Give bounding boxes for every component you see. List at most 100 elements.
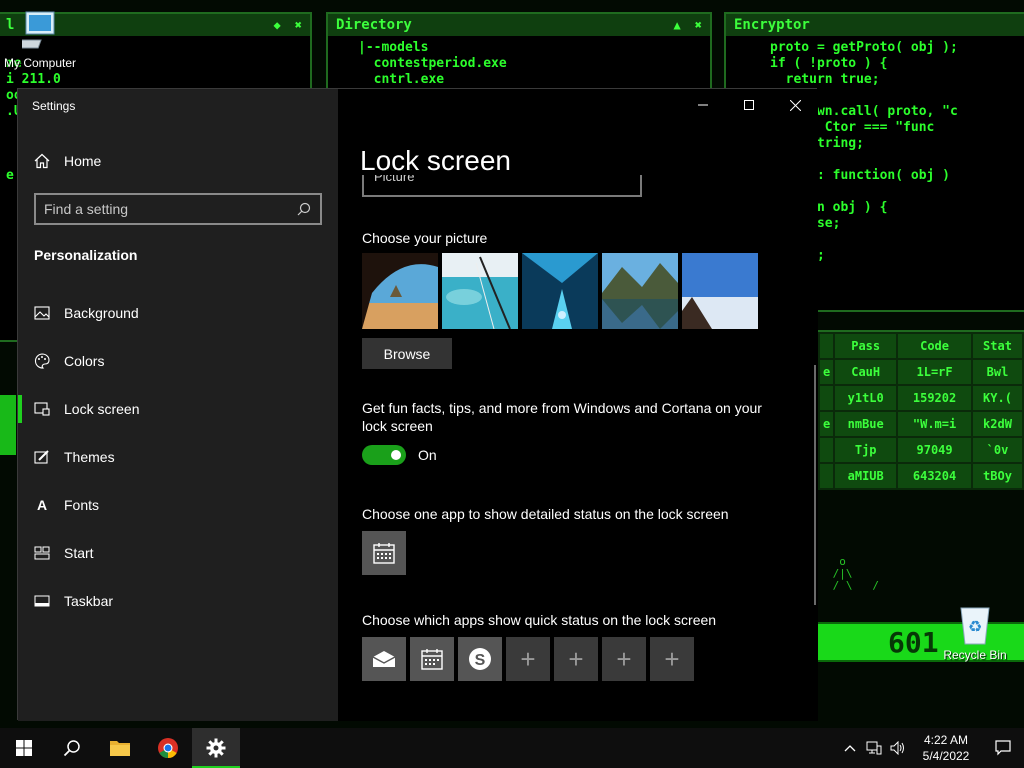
terminal-line: |--models [358, 40, 429, 55]
table-cell: 643204 [896, 462, 973, 490]
background-type-dropdown[interactable]: Picture [362, 175, 642, 197]
taskbar-search-button[interactable] [48, 728, 96, 768]
table-cell: 159202 [896, 384, 973, 412]
calendar-icon [373, 543, 395, 564]
detailed-status-app-button[interactable] [362, 531, 406, 575]
choose-picture-label: Choose your picture [362, 230, 488, 246]
section-heading: Personalization [34, 247, 138, 263]
show-hidden-icons-button[interactable] [838, 728, 862, 768]
chevron-up-icon [844, 745, 856, 752]
terminal-directory-title: Directory [336, 17, 412, 33]
browse-button[interactable]: Browse [362, 338, 452, 369]
table-header-cell [817, 332, 836, 360]
nav-item-themes[interactable]: Themes [18, 433, 338, 481]
window-title: Settings [32, 99, 76, 113]
font-icon: A [36, 497, 48, 513]
window-controls [680, 89, 818, 121]
quick-status-add-button[interactable]: + [506, 637, 550, 681]
nav-item-label: Taskbar [64, 593, 114, 609]
thumbnail-cloud-peak[interactable] [682, 253, 758, 329]
my-computer-shortcut[interactable]: My Computer [0, 10, 80, 70]
clock-time: 4:22 AM [923, 733, 969, 747]
home-label: Home [64, 153, 102, 169]
gear-icon [206, 738, 226, 758]
minimize-button[interactable] [680, 89, 726, 121]
table-cell: nmBue [833, 410, 899, 438]
terminal-collapse-icon[interactable]: ◆ [274, 18, 281, 32]
minimize-icon [698, 104, 708, 106]
fun-facts-toggle[interactable] [362, 445, 406, 465]
chrome-button[interactable] [144, 728, 192, 768]
terminal-line: e [6, 168, 14, 183]
nav-item-start[interactable]: Start [18, 529, 338, 577]
thumbnail-cave-beach[interactable] [362, 253, 438, 329]
notification-icon [995, 740, 1011, 756]
table-cell: 97049 [896, 436, 973, 464]
table-cell: e [817, 410, 836, 438]
terminal-close-icon[interactable]: ✖ [695, 18, 702, 32]
maximize-button[interactable] [726, 89, 772, 121]
plus-icon: + [568, 643, 584, 674]
volume-button[interactable] [886, 728, 910, 768]
nav-item-lock-screen[interactable]: Lock screen [18, 385, 338, 433]
setting-search-box [34, 193, 322, 225]
home-nav-item[interactable]: Home [34, 153, 101, 169]
start-button[interactable] [0, 728, 48, 768]
svg-text:S: S [475, 652, 486, 669]
table-cell [817, 436, 836, 464]
system-tray: 4:22 AM 5/4/2022 [838, 728, 1024, 768]
recycle-bin-shortcut[interactable]: ♻ Recycle Bin [935, 600, 1015, 662]
thumbnail-mountain-lake[interactable] [602, 253, 678, 329]
nav-item-background[interactable]: Background [18, 289, 338, 337]
table-cell: k2dW [970, 410, 1024, 438]
green-strip [0, 395, 16, 455]
terminal-collapse-icon[interactable]: ▲ [674, 18, 681, 32]
close-button[interactable] [772, 89, 818, 121]
content-scrollbar[interactable] [814, 365, 816, 605]
table-header-cell: Pass [833, 332, 899, 360]
picture-thumbnails [362, 253, 758, 329]
setting-search-input[interactable] [44, 201, 296, 217]
terminal-close-icon[interactable]: ✖ [295, 18, 302, 32]
nav-item-taskbar[interactable]: Taskbar [18, 577, 338, 625]
clock-date: 5/4/2022 [922, 749, 970, 763]
brush-icon [34, 449, 50, 465]
table-cell: CauH [833, 358, 899, 386]
quick-status-skype-button[interactable]: S [458, 637, 502, 681]
table-cell: "W.m=i [896, 410, 973, 438]
table-row: Tjp 97049 `0v [817, 436, 1024, 464]
table-cell: `0v [970, 436, 1024, 464]
terminal-line: i 211.0 [6, 72, 61, 87]
network-button[interactable] [862, 728, 886, 768]
settings-taskbar-button[interactable] [192, 728, 240, 768]
plus-icon: + [520, 643, 536, 674]
thumbnail-sea-sail[interactable] [442, 253, 518, 329]
chrome-icon [158, 738, 178, 759]
plus-icon: + [616, 643, 632, 674]
detailed-status-label: Choose one app to show detailed status o… [362, 506, 729, 522]
search-icon[interactable] [296, 201, 312, 217]
terminal-directory: Directory ▲ ✖ |--models contestperiod.exe … [326, 12, 712, 92]
nav-item-colors[interactable]: Colors [18, 337, 338, 385]
table-row: e nmBue "W.m=i k2dW [817, 410, 1024, 438]
quick-status-add-button[interactable]: + [554, 637, 598, 681]
quick-status-calendar-button[interactable] [410, 637, 454, 681]
quick-status-add-button[interactable]: + [650, 637, 694, 681]
nav-item-label: Start [64, 545, 94, 561]
mail-icon [372, 651, 396, 667]
quick-status-mail-button[interactable] [362, 637, 406, 681]
thumbnail-ice-cave[interactable] [522, 253, 598, 329]
file-explorer-button[interactable] [96, 728, 144, 768]
action-center-button[interactable] [982, 728, 1024, 768]
table-header-row: Pass Code Stat [817, 332, 1024, 360]
lock-screen-icon [34, 401, 50, 417]
nav-item-label: Colors [64, 353, 105, 369]
calendar-icon [421, 649, 443, 670]
taskbar-clock[interactable]: 4:22 AM 5/4/2022 [910, 732, 982, 764]
home-icon [34, 153, 50, 169]
table-cell: aMIUB [833, 462, 899, 490]
quick-status-add-button[interactable]: + [602, 637, 646, 681]
nav-item-fonts[interactable]: A Fonts [18, 481, 338, 529]
table-row: e CauH 1L=rF Bwl [817, 358, 1024, 386]
data-table: Pass Code Stat e CauH 1L=rF Bwl y1tL0 159202 KY.(… [816, 330, 1024, 490]
